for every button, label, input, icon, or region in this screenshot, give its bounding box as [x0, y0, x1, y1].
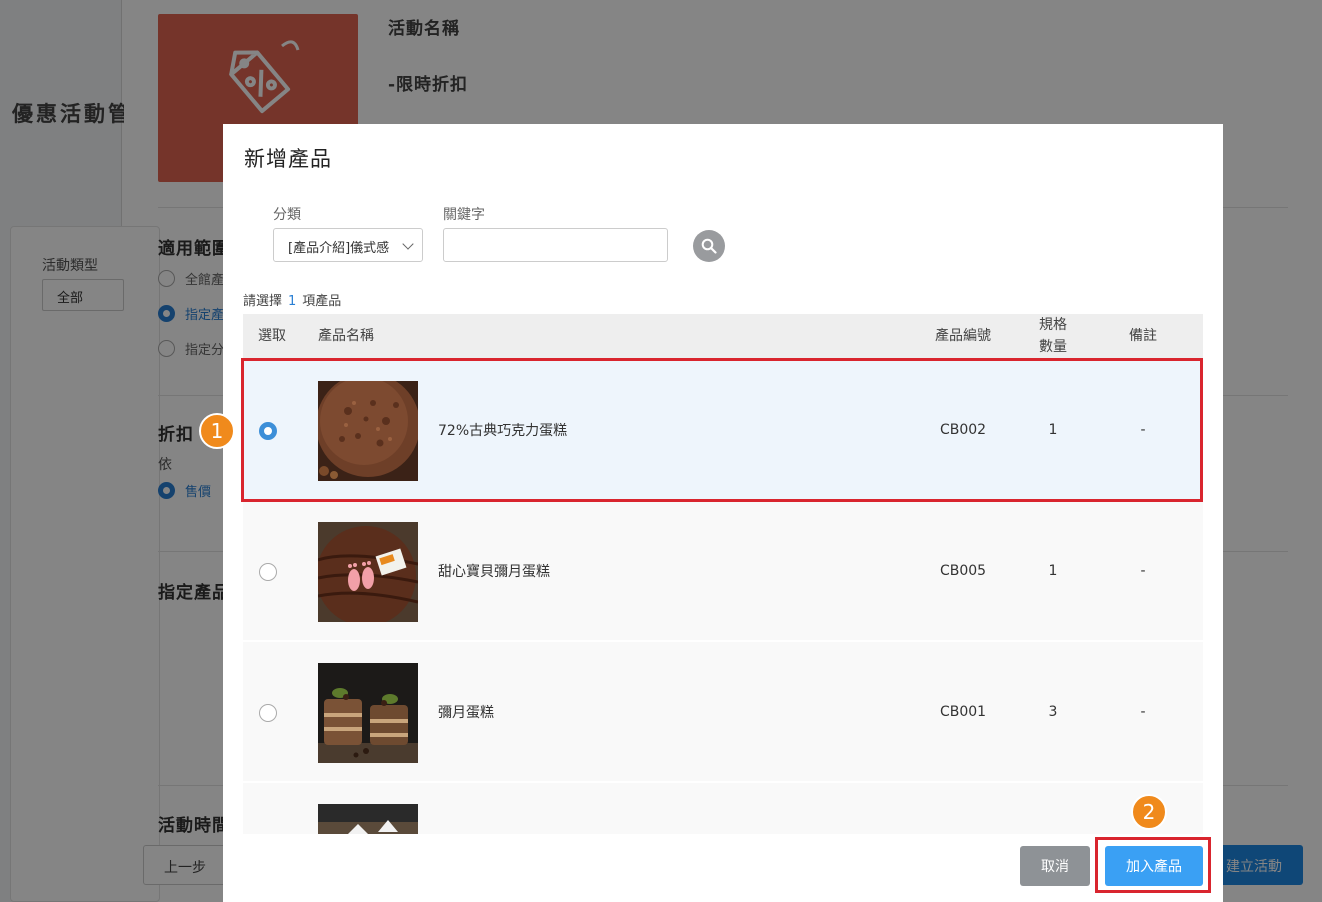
- category-select[interactable]: [產品介紹]儀式感: [273, 228, 423, 262]
- product-image-partial: [318, 804, 418, 834]
- col-spec-qty: 規格 數量: [1039, 317, 1067, 355]
- product-qty: 1: [1048, 562, 1058, 579]
- col-note: 備註: [1129, 328, 1157, 344]
- product-name: 甜心寶貝彌月蛋糕: [438, 563, 550, 580]
- add-product-modal: 新增產品 分類 [產品介紹]儀式感 關鍵字 請選擇 1 項產品 選取 產品名稱 產品…: [223, 124, 1223, 902]
- cancel-button[interactable]: 取消: [1020, 846, 1090, 886]
- product-code: CB005: [939, 562, 987, 579]
- category-select-value: [產品介紹]儀式感: [288, 241, 390, 256]
- table-row[interactable]: [243, 783, 1203, 834]
- search-icon: [701, 238, 717, 254]
- table-row[interactable]: 甜心寶貝彌月蛋糕 CB005 1 -: [243, 501, 1203, 640]
- col-code: 產品編號: [935, 328, 991, 344]
- highlight-add-button: [1095, 837, 1211, 893]
- col-select: 選取: [258, 328, 286, 344]
- product-image-baby-cake: [318, 522, 418, 622]
- row-select-radio[interactable]: [259, 704, 277, 722]
- product-note: -: [1140, 703, 1146, 720]
- product-code: CB001: [939, 703, 987, 720]
- keyword-input[interactable]: [443, 228, 668, 262]
- product-name: 彌月蛋糕: [438, 704, 494, 721]
- selection-hint: 請選擇 1 項產品: [243, 294, 342, 309]
- product-qty: 3: [1048, 703, 1058, 720]
- step-badge-1: 1: [199, 413, 235, 449]
- chevron-down-icon: [402, 238, 414, 250]
- modal-title: 新增產品: [244, 147, 332, 171]
- table-row[interactable]: 彌月蛋糕 CB001 3 -: [243, 642, 1203, 781]
- table-header: 選取 產品名稱 產品編號 規格 數量 備註: [243, 314, 1203, 358]
- category-label: 分類: [273, 207, 301, 223]
- col-name: 產品名稱: [318, 328, 374, 344]
- selection-count: 1: [288, 294, 297, 309]
- search-button[interactable]: [693, 230, 725, 262]
- product-note: -: [1140, 562, 1146, 579]
- step-badge-2: 2: [1131, 794, 1167, 830]
- row-select-radio[interactable]: [259, 563, 277, 581]
- product-image-layer-cakes: [318, 663, 418, 763]
- keyword-label: 關鍵字: [443, 207, 485, 223]
- highlight-selected-row: [241, 358, 1203, 502]
